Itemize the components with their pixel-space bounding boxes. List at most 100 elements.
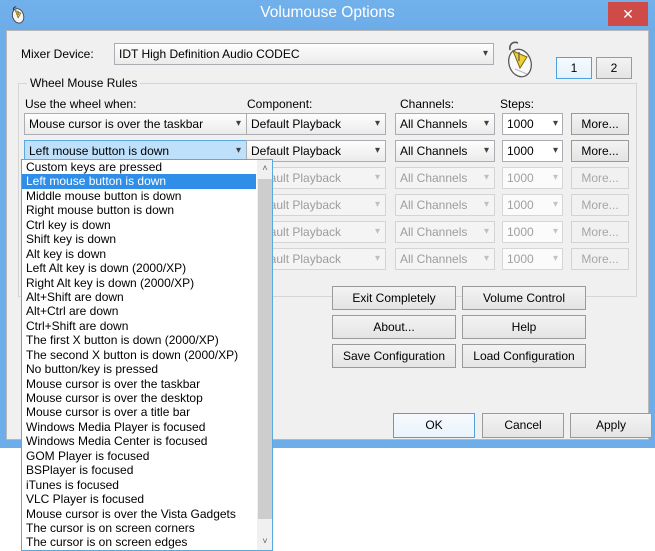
dropdown-item[interactable]: Ctrl key is down (22, 218, 257, 232)
close-button[interactable]: ✕ (608, 2, 648, 26)
save-configuration-button[interactable]: Save Configuration (332, 344, 456, 368)
chevron-down-icon: ▾ (552, 118, 558, 129)
rule-row-3-channels-combo: All Channels ▾ (395, 167, 495, 189)
dropdown-item[interactable]: Windows Media Center is focused (22, 434, 257, 448)
dropdown-item[interactable]: Mouse cursor is over the taskbar (22, 377, 257, 391)
dropdown-item[interactable]: Mouse cursor is over the Vista Gadgets (22, 507, 257, 521)
dropdown-item[interactable]: Right Alt key is down (2000/XP) (22, 276, 257, 290)
dropdown-items: Custom keys are pressed Left mouse button… (22, 160, 257, 550)
dropdown-item[interactable]: Alt+Ctrl are down (22, 304, 257, 318)
volume-control-label: Volume Control (482, 291, 566, 305)
chevron-down-icon: ▾ (552, 145, 558, 156)
dropdown-item[interactable]: Left mouse button is down (22, 174, 257, 189)
dropdown-item[interactable]: Ctrl+Shift are down (22, 319, 257, 333)
chevron-down-icon: ▾ (552, 172, 558, 183)
col-header-wheel-when: Use the wheel when: (25, 97, 137, 111)
chevron-down-icon: ▾ (483, 199, 489, 210)
cancel-label: Cancel (504, 418, 542, 432)
rule-row-5-channels-value: All Channels (400, 225, 468, 239)
dropdown-item[interactable]: Shift key is down (22, 232, 257, 246)
chevron-down-icon: ▾ (374, 253, 380, 264)
rule-row-2-channels-combo[interactable]: All Channels ▾ (395, 140, 495, 162)
help-button[interactable]: Help (462, 315, 586, 339)
dropdown-item[interactable]: No button/key is pressed (22, 362, 257, 376)
dropdown-item[interactable]: VLC Player is focused (22, 492, 257, 506)
dropdown-item[interactable]: Mouse cursor is over the desktop (22, 391, 257, 405)
about-button[interactable]: About... (332, 315, 456, 339)
col-header-component: Component: (247, 97, 313, 111)
scroll-up-icon[interactable]: ˄ (257, 160, 272, 177)
chevron-down-icon: ▾ (235, 145, 241, 156)
save-configuration-label: Save Configuration (342, 349, 446, 363)
chevron-down-icon: ▾ (374, 226, 380, 237)
chevron-down-icon: ▾ (374, 118, 380, 129)
rule-row-1-component-combo[interactable]: Default Playback ▾ (246, 113, 386, 135)
rule-row-1-when-combo[interactable]: Mouse cursor is over the taskbar ▾ (24, 113, 247, 135)
scrollbar-thumb[interactable] (258, 179, 272, 519)
apply-button[interactable]: Apply (570, 413, 652, 438)
rule-row-2-component-value: Default Playback (251, 144, 342, 158)
rule-row-5-steps-spinner: 1000 ▾ (502, 221, 563, 243)
rule-row-5-steps-value: 1000 (507, 225, 534, 239)
tab-page-1[interactable]: 1 (556, 57, 592, 79)
dropdown-item[interactable]: Mouse cursor is over a title bar (22, 405, 257, 419)
rule-row-6-more-button: More... (571, 248, 629, 270)
chevron-down-icon: ▾ (374, 199, 380, 210)
chevron-down-icon: ▾ (483, 226, 489, 237)
chevron-down-icon: ▾ (482, 48, 488, 59)
dropdown-item[interactable]: GOM Player is focused (22, 449, 257, 463)
dropdown-item[interactable]: iTunes is focused (22, 478, 257, 492)
dropdown-scrollbar[interactable]: ˄ ˅ (256, 160, 272, 550)
volume-control-button[interactable]: Volume Control (462, 286, 586, 310)
ok-button[interactable]: OK (393, 413, 475, 438)
rule-row-1-channels-value: All Channels (400, 117, 468, 131)
rule-row-1-steps-value: 1000 (507, 117, 534, 131)
rule-row-1-steps-spinner[interactable]: 1000 ▾ (502, 113, 563, 135)
dropdown-item[interactable]: Right mouse button is down (22, 203, 257, 217)
dropdown-item[interactable]: Alt+Shift are down (22, 290, 257, 304)
mixer-device-combo[interactable]: IDT High Definition Audio CODEC ▾ (114, 43, 494, 65)
rule-row-2-more-button[interactable]: More... (571, 140, 629, 162)
tab-page-2[interactable]: 2 (596, 57, 632, 79)
rule-row-2-more-label: More... (581, 144, 619, 158)
screen: © SnapFiles Volumouse Options ✕ Mixer De… (0, 0, 655, 551)
wheel-when-dropdown-list[interactable]: Custom keys are pressed Left mouse button… (21, 159, 273, 551)
rule-row-5-more-label: More... (581, 225, 619, 239)
rule-row-1-when-value: Mouse cursor is over the taskbar (29, 117, 204, 131)
dropdown-item[interactable]: Middle mouse button is down (22, 189, 257, 203)
rule-row-2-steps-spinner[interactable]: 1000 ▾ (502, 140, 563, 162)
rule-row-6-channels-value: All Channels (400, 252, 468, 266)
wheel-mouse-rules-title: Wheel Mouse Rules (27, 76, 141, 90)
dropdown-item[interactable]: The cursor is on screen corners (22, 521, 257, 535)
rule-row-4-steps-value: 1000 (507, 198, 534, 212)
dropdown-item[interactable]: Left Alt key is down (2000/XP) (22, 261, 257, 275)
chevron-down-icon: ▾ (374, 172, 380, 183)
rule-row-4-more-label: More... (581, 198, 619, 212)
rule-row-4-channels-value: All Channels (400, 198, 468, 212)
dropdown-item[interactable]: Windows Media Player is focused (22, 420, 257, 434)
dropdown-item[interactable]: BSPlayer is focused (22, 463, 257, 477)
title-bar: Volumouse Options ✕ (0, 0, 655, 30)
chevron-down-icon: ▾ (483, 172, 489, 183)
dropdown-item[interactable]: Alt key is down (22, 247, 257, 261)
cancel-button[interactable]: Cancel (482, 413, 564, 438)
rule-row-5-more-button: More... (571, 221, 629, 243)
exit-completely-button[interactable]: Exit Completely (332, 286, 456, 310)
dropdown-item[interactable]: Custom keys are pressed (22, 160, 257, 174)
scroll-down-icon[interactable]: ˅ (257, 533, 272, 550)
dropdown-item[interactable]: The first X button is down (2000/XP) (22, 333, 257, 347)
load-configuration-button[interactable]: Load Configuration (462, 344, 586, 368)
window-title: Volumouse Options (260, 4, 395, 21)
dropdown-item[interactable]: The second X button is down (2000/XP) (22, 348, 257, 362)
chevron-down-icon: ▾ (552, 199, 558, 210)
mixer-device-value: IDT High Definition Audio CODEC (119, 47, 300, 61)
ok-label: OK (425, 418, 443, 432)
exit-completely-label: Exit Completely (352, 291, 436, 305)
rule-row-1-more-button[interactable]: More... (571, 113, 629, 135)
rule-row-1-channels-combo[interactable]: All Channels ▾ (395, 113, 495, 135)
help-label: Help (511, 320, 537, 334)
rule-row-6-channels-combo: All Channels ▾ (395, 248, 495, 270)
dropdown-item[interactable]: The cursor is on screen edges (22, 535, 257, 549)
about-label: About... (373, 320, 415, 334)
rule-row-6-more-label: More... (581, 252, 619, 266)
